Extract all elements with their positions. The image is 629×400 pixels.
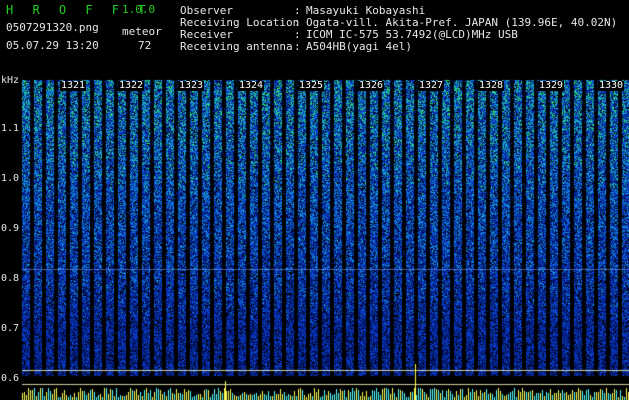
meteor-label: meteor: [122, 25, 162, 38]
info-value-antenna: A504HB(yagi 4el): [306, 40, 412, 53]
header-panel: H R O F F T 1.0.0 0507291320.png meteor …: [0, 0, 629, 76]
y-tick-label: 0.6: [1, 373, 20, 384]
minute-label: 1325: [298, 80, 325, 91]
minute-label: 1328: [478, 80, 505, 91]
app-version: 1.0.0: [122, 3, 156, 16]
spectrogram-canvas: [0, 76, 629, 400]
minute-label: 1327: [418, 80, 445, 91]
info-label-antenna: Receiving antenna: [180, 40, 293, 53]
file-datetime: 05.07.29 13:20: [6, 39, 99, 52]
minute-label: 1322: [118, 80, 145, 91]
y-tick-label: 1.0: [1, 173, 20, 184]
minute-label: 1324: [238, 80, 265, 91]
y-tick-label: 0.7: [1, 323, 20, 334]
info-sep: :: [294, 40, 301, 53]
minute-label: 1321: [60, 80, 87, 91]
axis-unit: kHz: [1, 75, 20, 86]
y-tick-label: 0.9: [1, 223, 20, 234]
y-tick-label: 1.1: [1, 123, 20, 134]
minute-label: 1326: [358, 80, 385, 91]
minute-label: 1323: [178, 80, 205, 91]
file-name: 0507291320.png: [6, 21, 99, 34]
meteor-count: 72: [138, 39, 152, 52]
minute-label: 1330: [598, 80, 625, 91]
minute-label: 1329: [538, 80, 565, 91]
y-tick-label: 0.8: [1, 273, 20, 284]
